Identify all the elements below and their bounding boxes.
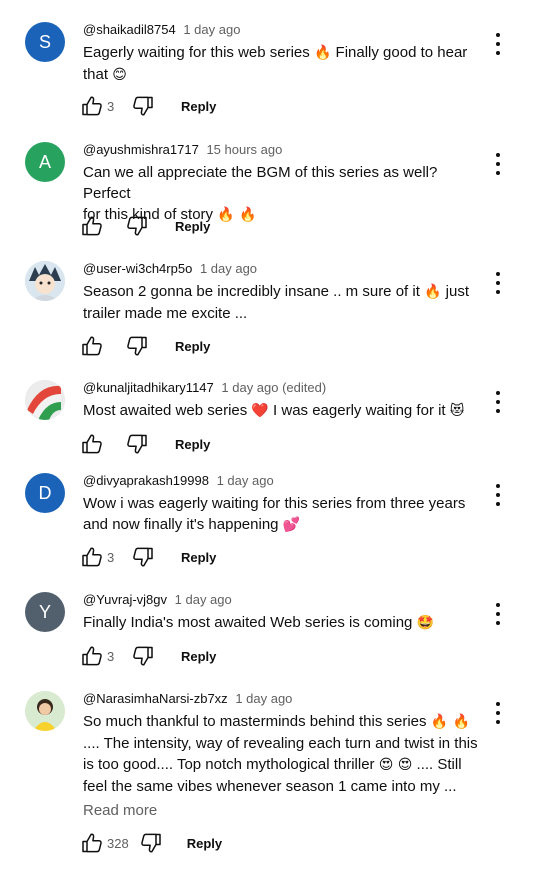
comment-text: Most awaited web series ❤️ I was eagerly… [83, 402, 465, 419]
comment-header: @ayushmishra1717 15 hours ago [83, 142, 282, 157]
comment-actions: Reply [80, 432, 210, 456]
comment-text: Wow i was eagerly waiting for this serie… [83, 495, 466, 533]
reply-button[interactable]: Reply [187, 836, 222, 851]
author-handle[interactable]: @NarasimhaNarsi-zb7xz [83, 691, 228, 706]
comment-text: Season 2 gonna be incredibly insane .. m… [83, 283, 469, 322]
dislike-button[interactable] [125, 214, 149, 238]
like-count: 328 [107, 835, 129, 851]
comment-text: So much thankful to masterminds behind t… [83, 713, 478, 795]
comment-actions: Reply [80, 214, 210, 238]
avatar[interactable] [25, 691, 65, 731]
reply-button[interactable]: Reply [181, 649, 216, 664]
dislike-button[interactable] [125, 432, 149, 456]
more-actions-icon[interactable] [490, 702, 506, 724]
comment-text: Eagerly waiting for this web series 🔥 Fi… [83, 44, 468, 83]
comment-header: @Yuvraj-vj8gv 1 day ago [83, 592, 232, 607]
comment-time[interactable]: 1 day ago (edited) [221, 380, 326, 395]
avatar[interactable]: A [25, 142, 65, 182]
read-more-link[interactable]: Read more [83, 802, 157, 819]
comment-text: Finally India's most awaited Web series … [83, 614, 434, 631]
more-actions-icon[interactable] [490, 484, 506, 506]
avatar[interactable]: Y [25, 592, 65, 632]
like-button[interactable] [80, 644, 104, 668]
like-button[interactable] [80, 545, 104, 569]
comment-header: @divyaprakash19998 1 day ago [83, 473, 274, 488]
reply-button[interactable]: Reply [181, 99, 216, 114]
author-handle[interactable]: @divyaprakash19998 [83, 473, 209, 488]
dislike-button[interactable] [131, 644, 155, 668]
comment-header: @kunaljitadhikary1147 1 day ago (edited) [83, 380, 326, 395]
more-actions-icon[interactable] [490, 272, 506, 294]
like-button[interactable] [80, 334, 104, 358]
author-handle[interactable]: @user-wi3ch4rp5o [83, 261, 192, 276]
like-button[interactable] [80, 94, 104, 118]
comment-actions: 3 Reply [80, 94, 216, 118]
dislike-button[interactable] [131, 545, 155, 569]
comment-actions: 3 Reply [80, 545, 216, 569]
comment-actions: Reply [80, 334, 210, 358]
avatar[interactable]: S [25, 22, 65, 62]
dislike-button[interactable] [139, 831, 163, 855]
dislike-button[interactable] [131, 94, 155, 118]
comment-header: @NarasimhaNarsi-zb7xz 1 day ago [83, 691, 292, 706]
comment-time[interactable]: 1 day ago [217, 473, 274, 488]
more-actions-icon[interactable] [490, 33, 506, 55]
more-actions-icon[interactable] [490, 153, 506, 175]
author-handle[interactable]: @Yuvraj-vj8gv [83, 592, 167, 607]
child-avatar-image [25, 691, 65, 731]
avatar[interactable] [25, 380, 65, 420]
comment-header: @shaikadil8754 1 day ago [83, 22, 240, 37]
more-actions-icon[interactable] [490, 391, 506, 413]
like-button[interactable] [80, 432, 104, 456]
author-handle[interactable]: @ayushmishra1717 [83, 142, 199, 157]
avatar[interactable] [25, 261, 65, 301]
comment-actions: 3 Reply [80, 644, 216, 668]
avatar[interactable]: D [25, 473, 65, 513]
like-button[interactable] [80, 831, 104, 855]
author-handle[interactable]: @kunaljitadhikary1147 [83, 380, 214, 395]
comment-time[interactable]: 1 day ago [183, 22, 240, 37]
author-handle[interactable]: @shaikadil8754 [83, 22, 176, 37]
comment-actions: 328 Reply [80, 831, 222, 855]
anime-avatar-image [25, 261, 65, 301]
like-count: 3 [107, 549, 115, 565]
reply-button[interactable]: Reply [175, 339, 210, 354]
reply-button[interactable]: Reply [181, 550, 216, 565]
comment-time[interactable]: 15 hours ago [206, 142, 282, 157]
comment-time[interactable]: 1 day ago [175, 592, 232, 607]
like-button[interactable] [80, 214, 104, 238]
tricolor-avatar-image [25, 380, 65, 420]
dislike-button[interactable] [125, 334, 149, 358]
comment-header: @user-wi3ch4rp5o 1 day ago [83, 261, 257, 276]
reply-button[interactable]: Reply [175, 219, 210, 234]
comment-time[interactable]: 1 day ago [200, 261, 257, 276]
more-actions-icon[interactable] [490, 603, 506, 625]
comment-time[interactable]: 1 day ago [235, 691, 292, 706]
like-count: 3 [107, 98, 115, 114]
like-count: 3 [107, 648, 115, 664]
reply-button[interactable]: Reply [175, 437, 210, 452]
